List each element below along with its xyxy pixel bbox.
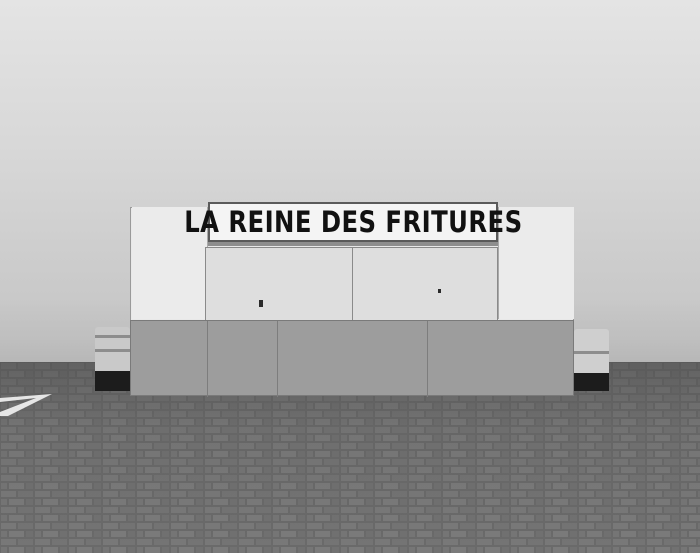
painted-ground-arrow (0, 394, 52, 416)
kiosk-lower-base (130, 320, 574, 397)
shutter-latch (259, 300, 263, 307)
sign-text: LA REINE DES FRITURES (183, 204, 523, 239)
kiosk-shutter-right (352, 247, 498, 323)
kiosk-shutter-left (205, 247, 353, 323)
base-panel-seam (277, 321, 278, 397)
trash-barrel-right (574, 329, 609, 391)
base-panel-seam (207, 321, 208, 397)
trash-barrel-left (95, 327, 130, 391)
base-panel-seam (427, 321, 428, 397)
shutter-latch (438, 289, 441, 293)
photograph: LA REINE DES FRITURES (0, 0, 700, 553)
kiosk-sign: LA REINE DES FRITURES (184, 202, 522, 242)
fries-kiosk: LA REINE DES FRITURES (130, 202, 574, 397)
sign-ledge (208, 242, 498, 246)
